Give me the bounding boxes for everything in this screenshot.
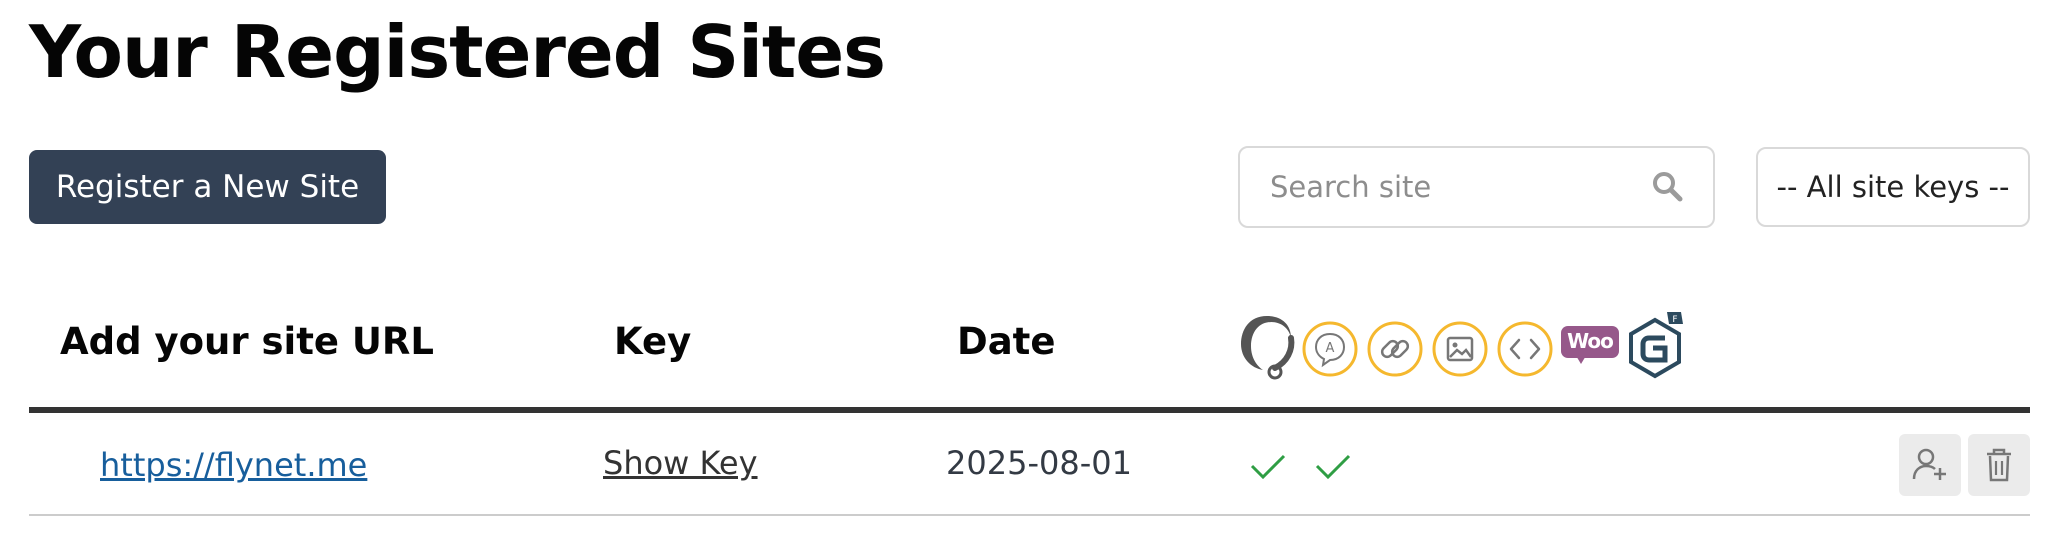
search-icon[interactable] xyxy=(1651,170,1683,202)
check-icon xyxy=(1315,454,1351,480)
svg-text:A: A xyxy=(1326,341,1335,356)
check-icon xyxy=(1250,454,1286,480)
site-url-link[interactable]: https://flynet.me xyxy=(100,446,367,484)
table-row-divider xyxy=(29,514,2030,516)
search-input[interactable] xyxy=(1270,148,1650,226)
add-user-icon xyxy=(1912,448,1946,480)
column-header-key: Key xyxy=(614,320,692,363)
gravity-forms-icon: F xyxy=(1629,312,1683,379)
woo-logo-icon: Woo xyxy=(1561,326,1621,370)
quill-logo-icon xyxy=(1241,316,1295,380)
delete-site-button[interactable] xyxy=(1968,434,2030,496)
table-header-divider xyxy=(29,407,2030,413)
link-icon xyxy=(1367,321,1423,377)
site-keys-select[interactable]: -- All site keys -- xyxy=(1756,147,2030,227)
image-icon xyxy=(1432,321,1488,377)
search-box xyxy=(1238,146,1715,228)
woo-logo-text: Woo xyxy=(1567,329,1614,353)
column-header-url: Add your site URL xyxy=(60,320,434,363)
register-new-site-button[interactable]: Register a New Site xyxy=(29,150,386,224)
ai-chat-icon: A xyxy=(1302,321,1358,377)
column-header-date: Date xyxy=(957,320,1056,363)
show-key-link[interactable]: Show Key xyxy=(603,444,758,482)
add-user-button[interactable] xyxy=(1899,434,1961,496)
svg-text:F: F xyxy=(1672,315,1677,325)
registration-date: 2025-08-01 xyxy=(946,444,1132,482)
code-icon xyxy=(1497,321,1553,377)
page-title: Your Registered Sites xyxy=(29,10,886,94)
trash-icon xyxy=(1987,448,2011,482)
